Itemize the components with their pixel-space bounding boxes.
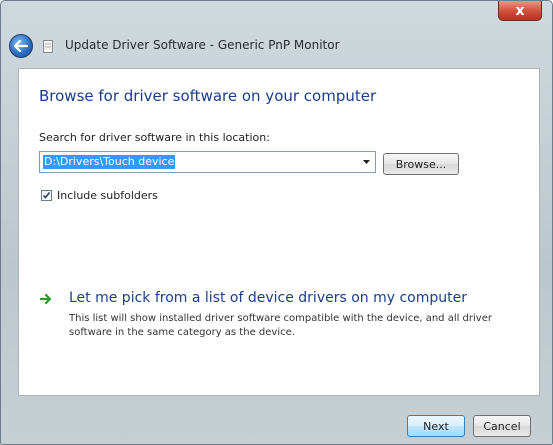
- checkmark-icon: [42, 191, 51, 199]
- next-button[interactable]: Next: [407, 415, 465, 437]
- green-arrow-icon: [39, 292, 53, 306]
- include-subfolders-checkbox[interactable]: [41, 189, 52, 201]
- browse-button[interactable]: Browse...: [383, 153, 459, 175]
- driver-document-icon: [42, 39, 54, 53]
- pick-from-list-option[interactable]: Let me pick from a list of device driver…: [39, 290, 519, 342]
- include-subfolders-row[interactable]: Include subfolders: [41, 188, 158, 202]
- back-arrow-icon: [14, 40, 28, 52]
- update-driver-dialog: x Update Driver Software - Generic PnP M…: [0, 0, 553, 445]
- close-icon: x: [515, 2, 525, 19]
- driver-path-input[interactable]: D:\Drivers\Touch device: [43, 155, 176, 169]
- dialog-title: Update Driver Software - Generic PnP Mon…: [65, 38, 340, 52]
- include-subfolders-label[interactable]: Include subfolders: [57, 189, 158, 202]
- chevron-down-icon[interactable]: [357, 152, 375, 172]
- page-heading: Browse for driver software on your compu…: [39, 87, 377, 105]
- pick-from-list-description: This list will show installed driver sof…: [69, 313, 492, 338]
- content-panel: Browse for driver software on your compu…: [18, 68, 540, 396]
- pick-from-list-link[interactable]: Let me pick from a list of device driver…: [69, 290, 467, 306]
- close-button[interactable]: x: [498, 1, 542, 21]
- back-button[interactable]: [9, 34, 33, 58]
- search-location-label: Search for driver software in this locat…: [39, 131, 270, 144]
- title-bar: x Update Driver Software - Generic PnP M…: [1, 1, 552, 67]
- driver-path-combobox[interactable]: D:\Drivers\Touch device: [39, 151, 376, 173]
- cancel-button[interactable]: Cancel: [473, 415, 531, 437]
